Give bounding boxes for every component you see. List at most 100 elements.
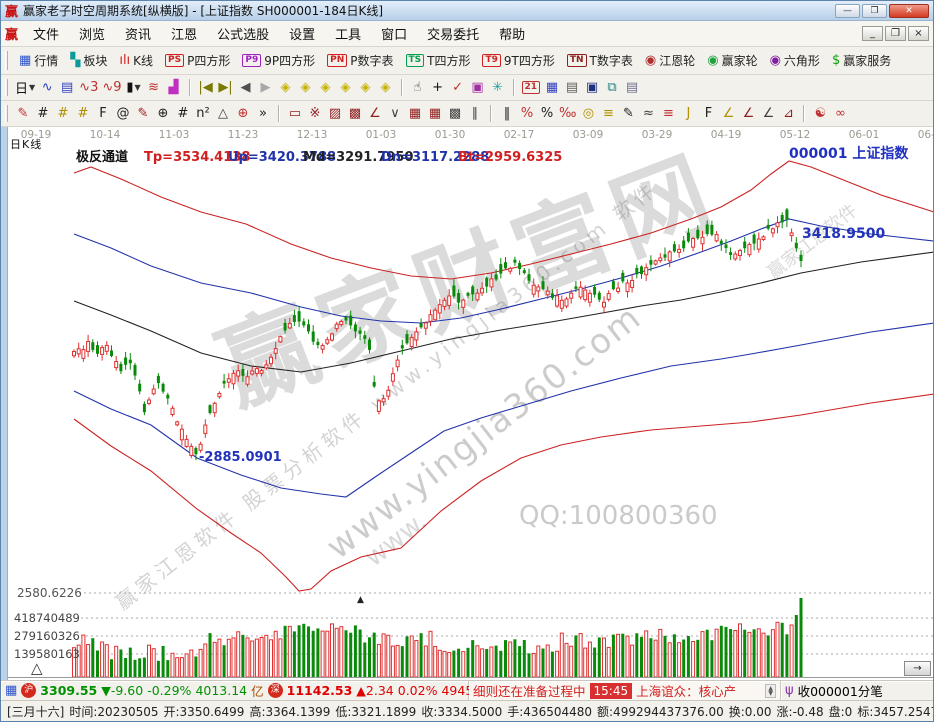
toolbar-button-box-tool[interactable]: ▭ bbox=[285, 104, 305, 124]
toolbar-button-gold-grid-2[interactable]: # bbox=[73, 104, 93, 124]
toolbar-button-diamond-left[interactable]: ◈ bbox=[276, 78, 296, 98]
toolbar-button-diamond-compress[interactable]: ◈ bbox=[356, 78, 376, 98]
toolbar-button-gold-levels[interactable]: ≡ bbox=[598, 104, 618, 124]
toolbar-button-infinity[interactable]: ∞ bbox=[830, 104, 850, 124]
toolbar-button-step-back[interactable]: ◀ bbox=[236, 78, 256, 98]
toolbar-button-percent-strike[interactable]: % bbox=[517, 104, 537, 124]
toolbar-button-diamond-up[interactable]: ◈ bbox=[316, 78, 336, 98]
toolbar-button-9p-square[interactable]: P99P四方形 bbox=[236, 50, 321, 71]
toolbar-button-winner-wheel[interactable]: ◉赢家轮 bbox=[701, 50, 763, 71]
menu-item-tools[interactable]: 工具 bbox=[325, 21, 371, 46]
toolbar-button-four-angle[interactable]: ⊿ bbox=[778, 104, 798, 124]
toolbar-button-teal-tool[interactable]: ✳ bbox=[488, 78, 508, 98]
toolbar-button-calendar[interactable]: 21 bbox=[520, 78, 543, 98]
menu-item-browse[interactable]: 浏览 bbox=[69, 21, 115, 46]
toolbar-button-circle-divide[interactable]: ⊕ bbox=[153, 104, 173, 124]
menu-item-gann[interactable]: 江恩 bbox=[161, 21, 207, 46]
toolbar-button-f-grid[interactable]: F bbox=[93, 104, 113, 124]
mdi-close-button[interactable]: × bbox=[908, 26, 929, 41]
toolbar-button-first-page[interactable]: |◀ bbox=[196, 78, 216, 98]
left-panel-strip[interactable] bbox=[1, 127, 8, 680]
toolbar-button-notepad[interactable]: ▤ bbox=[562, 78, 582, 98]
toolbar-button-hand-drag[interactable]: ☝ bbox=[408, 78, 428, 98]
toolbar-grip[interactable] bbox=[5, 51, 8, 70]
mdi-minimize-button[interactable]: _ bbox=[862, 26, 883, 41]
toolbar-button-diamond-right[interactable]: ◈ bbox=[296, 78, 316, 98]
toolbar-button-gann-wheel[interactable]: ◉江恩轮 bbox=[639, 50, 701, 71]
menu-item-file[interactable]: 文件 bbox=[23, 21, 69, 46]
menu-item-settings[interactable]: 设置 bbox=[279, 21, 325, 46]
toolbar-button-gold-circle[interactable]: ◎ bbox=[578, 104, 598, 124]
toolbar-button-box-fan[interactable]: ▨ bbox=[325, 104, 345, 124]
toolbar-button-candle-style-dropdown[interactable]: ▮▼ bbox=[124, 78, 144, 98]
toolbar-button-line-angle[interactable]: ∠ bbox=[758, 104, 778, 124]
toolbar-button-bars-tool[interactable]: ‖ bbox=[497, 104, 517, 124]
toolbar-button-quotes[interactable]: ▦行情 bbox=[13, 50, 64, 71]
toolbar-button-last-page[interactable]: ▶| bbox=[216, 78, 236, 98]
toolbar-button-angle-check[interactable]: ✓ bbox=[448, 78, 468, 98]
toolbar-button-t-number-table[interactable]: TNT数字表 bbox=[561, 50, 639, 71]
toolbar-button-crosshair[interactable]: + bbox=[428, 78, 448, 98]
toolbar-grip[interactable] bbox=[5, 79, 8, 97]
toolbar-button-hash-lines[interactable]: # bbox=[173, 104, 193, 124]
minimize-button[interactable]: — bbox=[835, 4, 860, 18]
toolbar-button-purple-tool[interactable]: ▣ bbox=[468, 78, 488, 98]
toolbar-button-p-number-table[interactable]: PNP数字表 bbox=[321, 50, 399, 71]
title-bar[interactable]: 赢 赢家老子时空周期系统[纵横版] - [上证指数 SH000001-184日K… bbox=[1, 1, 933, 21]
toolbar-button-ray-fan[interactable]: ※ bbox=[305, 104, 325, 124]
toolbar-button-percent[interactable]: % bbox=[537, 104, 557, 124]
toolbar-button-j-angle[interactable]: J bbox=[678, 104, 698, 124]
toolbar-button-9t-square[interactable]: T99T四方形 bbox=[476, 50, 560, 71]
ticker-spinner[interactable]: ▲▼ bbox=[765, 684, 776, 698]
toolbar-button-note[interactable]: ▤ bbox=[57, 78, 77, 98]
menu-item-help[interactable]: 帮助 bbox=[489, 21, 535, 46]
toolbar-button-printer[interactable]: ▤ bbox=[622, 78, 642, 98]
toolbar-button-t-square[interactable]: TST四方形 bbox=[400, 50, 477, 71]
toolbar-button-yinyang[interactable]: ☯ bbox=[810, 104, 830, 124]
news-ticker-segment[interactable]: 细则还在准备过程中 15:45 上海谊众：核心产 ▲▼ bbox=[469, 681, 781, 700]
toolbar-button-n-square[interactable]: n² bbox=[193, 104, 213, 124]
shanghai-icon[interactable]: 沪 bbox=[21, 683, 36, 698]
toolbar-button-gold-angle[interactable]: ∠ bbox=[718, 104, 738, 124]
toolbar-button-p-square[interactable]: PSP四方形 bbox=[159, 50, 236, 71]
spinner-down-icon[interactable]: ▼ bbox=[768, 691, 773, 696]
toolbar-button-grid-b[interactable]: ▦ bbox=[425, 104, 445, 124]
toolbar-button-winner-service[interactable]: $赢家服务 bbox=[826, 50, 897, 71]
toolbar-button-spiral[interactable]: @ bbox=[113, 104, 133, 124]
shenzhen-icon[interactable]: 深 bbox=[268, 683, 283, 698]
toolbar-button-save[interactable]: ▣ bbox=[582, 78, 602, 98]
toolbar-button-color-chart[interactable]: ▟ bbox=[164, 78, 184, 98]
toolbar-button-sectors[interactable]: ▚板块 bbox=[64, 50, 113, 71]
toolbar-button-step-forward[interactable]: ▶ bbox=[256, 78, 276, 98]
menu-item-window[interactable]: 窗口 bbox=[371, 21, 417, 46]
toolbar-button-chart-3[interactable]: ∿3 bbox=[77, 78, 100, 98]
toolbar-button-gold-grid-1[interactable]: # bbox=[53, 104, 73, 124]
toolbar-button-target-circle[interactable]: ⊕ bbox=[233, 104, 253, 124]
toolbar-button-period-day-dropdown[interactable]: 日▼ bbox=[13, 78, 37, 98]
restore-button[interactable]: ❐ bbox=[862, 4, 887, 18]
mdi-restore-button[interactable]: ❐ bbox=[885, 26, 906, 41]
toolbar-button-jifan-channel[interactable]: ≋ bbox=[144, 78, 164, 98]
scroll-right-button[interactable]: → bbox=[904, 661, 931, 676]
toolbar-grip[interactable] bbox=[5, 105, 8, 123]
toolbar-button-more-tools[interactable]: » bbox=[253, 104, 273, 124]
toolbar-button-grid-tool[interactable]: # bbox=[33, 104, 53, 124]
toolbar-button-box-pattern[interactable]: ▩ bbox=[345, 104, 365, 124]
toolbar-button-gold-red-levels[interactable]: ≡ bbox=[658, 104, 678, 124]
toolbar-button-diamond-expand[interactable]: ◈ bbox=[336, 78, 356, 98]
quote-grid-icon[interactable]: ▦ bbox=[5, 683, 17, 698]
toolbar-button-protractor[interactable]: △ bbox=[213, 104, 233, 124]
toolbar-button-wave-tool[interactable]: ≈ bbox=[638, 104, 658, 124]
toolbar-button-polar-wave[interactable]: ∿ bbox=[37, 78, 57, 98]
toolbar-button-f-angle[interactable]: F bbox=[698, 104, 718, 124]
toolbar-button-brush-chart[interactable]: ✎ bbox=[133, 104, 153, 124]
menu-item-news[interactable]: 资讯 bbox=[115, 21, 161, 46]
close-button[interactable]: ✕ bbox=[889, 4, 929, 18]
triangle-marker-outline[interactable]: △ bbox=[31, 659, 43, 677]
toolbar-button-permille[interactable]: ‰ bbox=[557, 104, 578, 124]
toolbar-button-angle-rays[interactable]: ∠ bbox=[365, 104, 385, 124]
toolbar-button-chart-9[interactable]: ∿9 bbox=[100, 78, 123, 98]
toolbar-button-hatch-lines[interactable]: ∥ bbox=[465, 104, 485, 124]
toolbar-button-calculator[interactable]: ▦ bbox=[542, 78, 562, 98]
toolbar-button-kline[interactable]: ılıK线 bbox=[113, 50, 159, 71]
